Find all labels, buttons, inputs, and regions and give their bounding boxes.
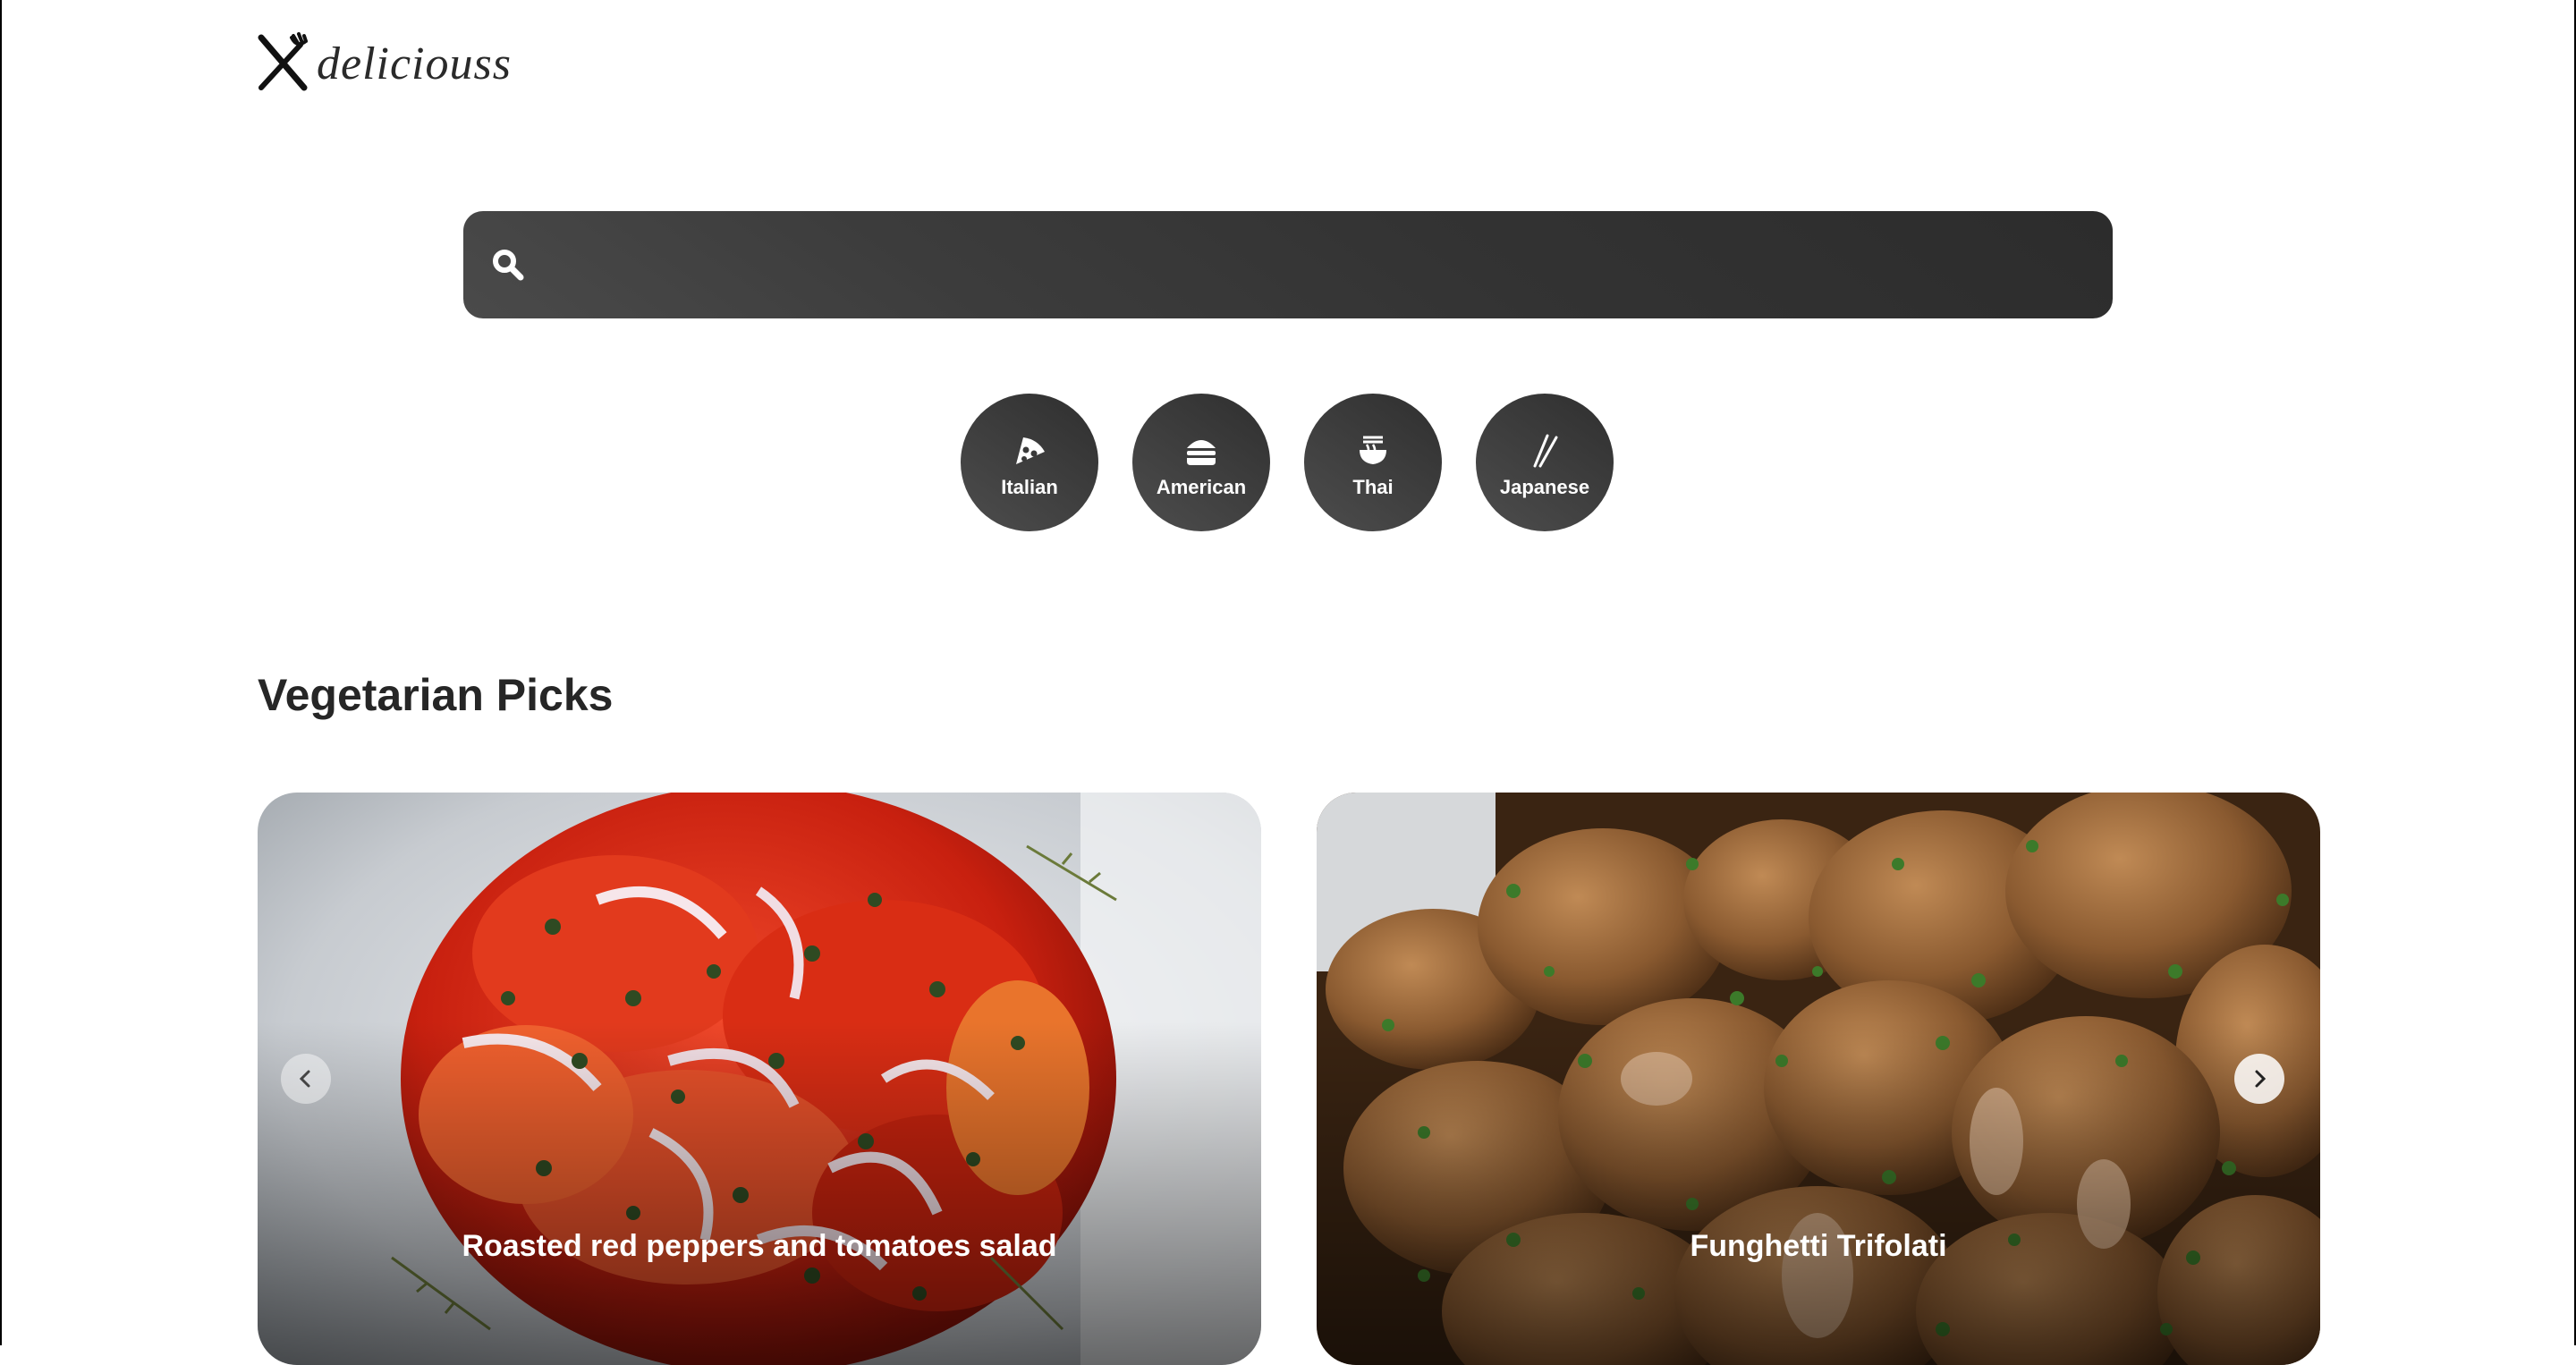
recipe-title: Funghetti Trifolati: [1690, 1229, 1947, 1263]
cuisine-nav: Italian American Thai Japanese: [961, 394, 1614, 531]
carousel-prev-button[interactable]: [281, 1054, 331, 1104]
noodle-bowl-icon: [1354, 427, 1392, 474]
burger-icon: [1182, 427, 1220, 474]
cuisine-thai-button[interactable]: Thai: [1304, 394, 1442, 531]
cuisine-american-button[interactable]: American: [1132, 394, 1270, 531]
chevron-left-icon: [299, 1070, 310, 1088]
cuisine-label: American: [1156, 475, 1247, 498]
cuisine-italian-button[interactable]: Italian: [961, 394, 1098, 531]
pizza-icon: [1011, 427, 1048, 474]
recipe-card[interactable]: Roasted red peppers and tomatoes salad: [258, 793, 1261, 1365]
cuisine-label: Italian: [1001, 475, 1058, 498]
search-bar: [463, 211, 2113, 320]
cuisine-japanese-button[interactable]: Japanese: [1476, 394, 1614, 531]
brand-logo[interactable]: deliciouss: [256, 31, 512, 96]
recipe-title: Roasted red peppers and tomatoes salad: [462, 1229, 1057, 1263]
carousel-next-button[interactable]: [2234, 1054, 2284, 1104]
cuisine-label: Thai: [1352, 475, 1394, 498]
chopsticks-icon: [1526, 427, 1563, 474]
fork-knife-icon: [256, 31, 311, 96]
recipe-carousel: Roasted red peppers and tomatoes salad F…: [258, 793, 2320, 1365]
chevron-right-icon: [2255, 1070, 2267, 1088]
card-overlay: [1317, 793, 2320, 1365]
card-overlay: [258, 793, 1261, 1365]
recipe-card[interactable]: Funghetti Trifolati: [1317, 793, 2320, 1365]
search-input[interactable]: [546, 211, 2088, 320]
cuisine-label: Japanese: [1499, 475, 1590, 498]
brand-name: deliciouss: [317, 38, 512, 89]
section-title: Vegetarian Picks: [258, 670, 614, 720]
search-icon: [490, 247, 526, 283]
